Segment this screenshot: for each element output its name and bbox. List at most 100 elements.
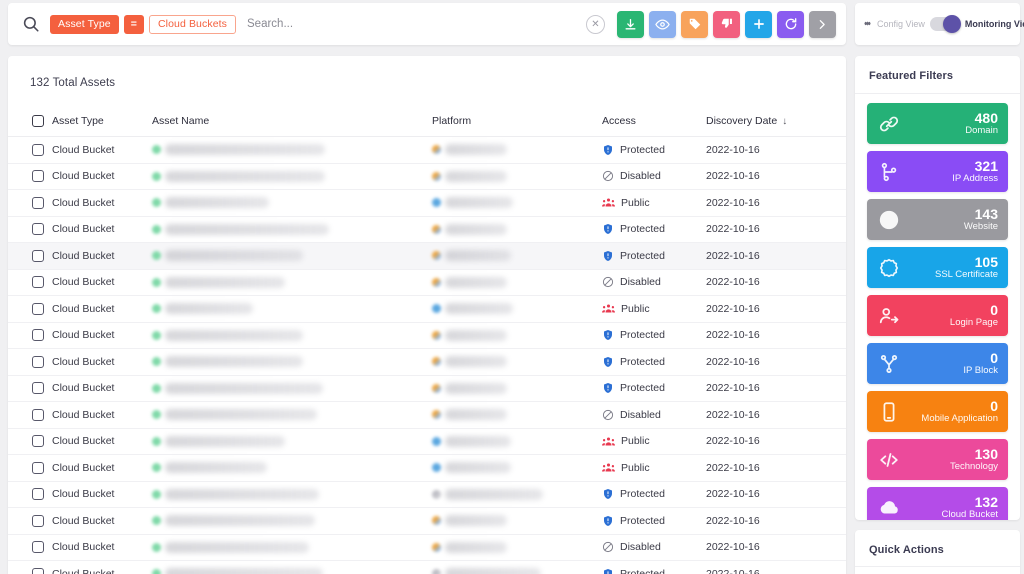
platform-redacted	[445, 488, 543, 500]
search-icon[interactable]	[22, 15, 40, 33]
featured-filter-card-mobile-application[interactable]: 0 Mobile Application	[867, 391, 1008, 432]
row-checkbox[interactable]	[32, 541, 44, 554]
row-checkbox[interactable]	[32, 249, 44, 262]
table-row[interactable]: Cloud Bucket Protected 2022-10-16	[8, 242, 846, 270]
featured-filter-card-login-page[interactable]: 0 Login Page	[867, 295, 1008, 336]
cell-asset-name[interactable]	[152, 295, 432, 323]
table-row[interactable]: Cloud Bucket Protected 2022-10-16	[8, 481, 846, 508]
row-checkbox[interactable]	[32, 329, 44, 342]
cell-discovery-date: 2022-10-16	[706, 428, 846, 455]
cell-asset-name[interactable]	[152, 136, 432, 164]
row-checkbox[interactable]	[32, 435, 44, 448]
cell-asset-name[interactable]	[152, 189, 432, 217]
table-row[interactable]: Cloud Bucket Public 2022-10-16	[8, 454, 846, 482]
filter-chip-asset-type[interactable]: Asset Type	[50, 14, 119, 34]
cell-asset-name[interactable]	[152, 481, 432, 508]
cell-asset-name[interactable]	[152, 534, 432, 561]
cell-asset-name[interactable]	[152, 216, 432, 243]
table-row[interactable]: Cloud Bucket Protected 2022-10-16	[8, 136, 846, 164]
cell-asset-name[interactable]	[152, 163, 432, 190]
table-row[interactable]: Cloud Bucket Public 2022-10-16	[8, 189, 846, 217]
featured-filter-card-ip-block[interactable]: 0 IP Block	[867, 343, 1008, 384]
table-row[interactable]: Cloud Bucket Protected 2022-10-16	[8, 216, 846, 243]
row-checkbox[interactable]	[32, 514, 44, 527]
row-checkbox[interactable]	[32, 302, 44, 315]
row-checkbox[interactable]	[32, 196, 44, 209]
cell-asset-name[interactable]	[152, 507, 432, 535]
row-select-cell	[8, 454, 52, 482]
column-header-platform[interactable]: Platform	[432, 106, 602, 137]
access-label: Protected	[620, 567, 665, 574]
table-row[interactable]: Cloud Bucket Protected 2022-10-16	[8, 560, 846, 574]
refresh-button[interactable]	[777, 10, 804, 38]
toolbar-actions: ✕	[586, 10, 836, 38]
add-button[interactable]	[745, 10, 772, 38]
cell-asset-name[interactable]	[152, 560, 432, 574]
row-checkbox[interactable]	[32, 461, 44, 474]
table-row[interactable]: Cloud Bucket Public 2022-10-16	[8, 295, 846, 323]
row-select-cell	[8, 428, 52, 455]
view-toggle-switch[interactable]	[929, 15, 961, 33]
row-checkbox[interactable]	[32, 408, 44, 421]
row-checkbox[interactable]	[32, 488, 44, 501]
column-header-access[interactable]: Access	[602, 106, 706, 137]
row-checkbox[interactable]	[32, 170, 44, 183]
featured-filter-card-ssl-certificate[interactable]: 105 SSL Certificate	[867, 247, 1008, 288]
cell-discovery-date: 2022-10-16	[706, 242, 846, 270]
featured-filter-card-domain[interactable]: 480 Domain	[867, 103, 1008, 144]
dismiss-button[interactable]	[713, 10, 740, 38]
cell-discovery-date: 2022-10-16	[706, 322, 846, 349]
row-checkbox[interactable]	[32, 567, 44, 574]
view-mode-toggle[interactable]: Config View Monitoring View	[855, 3, 1024, 45]
row-checkbox[interactable]	[32, 143, 44, 156]
row-checkbox[interactable]	[32, 355, 44, 368]
featured-filter-card-ip-address[interactable]: 321 IP Address	[867, 151, 1008, 192]
table-row[interactable]: Cloud Bucket Public 2022-10-16	[8, 428, 846, 455]
table-row[interactable]: Cloud Bucket Protected 2022-10-16	[8, 322, 846, 349]
search-input[interactable]	[247, 12, 586, 36]
featured-filter-card-cloud-bucket[interactable]: 132 Cloud Bucket	[867, 487, 1008, 520]
monitoring-view-label[interactable]: Monitoring View	[965, 19, 1024, 29]
cell-asset-name[interactable]	[152, 348, 432, 376]
access-protected-icon	[602, 382, 614, 394]
cell-asset-name[interactable]	[152, 322, 432, 349]
featured-filter-card-technology[interactable]: 130 Technology	[867, 439, 1008, 480]
cell-asset-name[interactable]	[152, 428, 432, 455]
cell-asset-name[interactable]	[152, 375, 432, 402]
filter-chip-operator[interactable]: =	[123, 14, 144, 34]
row-checkbox[interactable]	[32, 382, 44, 395]
table-row[interactable]: Cloud Bucket Disabled 2022-10-16	[8, 534, 846, 561]
table-row[interactable]: Cloud Bucket Protected 2022-10-16	[8, 348, 846, 376]
sort-descending-icon[interactable]: ↓	[782, 116, 787, 127]
select-all-checkbox[interactable]	[32, 115, 44, 127]
table-row[interactable]: Cloud Bucket Disabled 2022-10-16	[8, 163, 846, 190]
asset-name-redacted	[165, 303, 253, 315]
column-header-discovery-date[interactable]: Discovery Date ↓	[706, 106, 846, 137]
row-checkbox[interactable]	[32, 276, 44, 289]
platform-redacted	[445, 382, 507, 394]
clear-search-icon[interactable]: ✕	[586, 14, 605, 34]
download-button[interactable]	[617, 10, 644, 38]
cell-asset-type: Cloud Bucket	[52, 534, 152, 561]
more-button[interactable]	[809, 10, 836, 38]
cell-asset-name[interactable]	[152, 401, 432, 429]
table-row[interactable]: Cloud Bucket Protected 2022-10-16	[8, 375, 846, 402]
cell-access: Protected	[602, 481, 706, 508]
column-header-asset-type[interactable]: Asset Type	[52, 106, 152, 137]
featured-filter-card-website[interactable]: 143 Website	[867, 199, 1008, 240]
table-row[interactable]: Cloud Bucket Protected 2022-10-16	[8, 507, 846, 535]
cell-asset-name[interactable]	[152, 269, 432, 296]
platform-redacted	[445, 462, 511, 474]
table-row[interactable]: Cloud Bucket Disabled 2022-10-16	[8, 269, 846, 296]
asset-name-redacted	[165, 329, 303, 341]
filter-chip-cloud-buckets[interactable]: Cloud Buckets	[149, 14, 237, 34]
watch-button[interactable]	[649, 10, 676, 38]
cell-asset-name[interactable]	[152, 454, 432, 482]
access-label: Protected	[620, 355, 665, 368]
cell-asset-name[interactable]	[152, 242, 432, 270]
column-header-asset-name[interactable]: Asset Name	[152, 106, 432, 137]
table-row[interactable]: Cloud Bucket Disabled 2022-10-16	[8, 401, 846, 429]
row-checkbox[interactable]	[32, 223, 44, 236]
tag-button[interactable]	[681, 10, 708, 38]
config-view-label[interactable]: Config View	[877, 19, 925, 29]
